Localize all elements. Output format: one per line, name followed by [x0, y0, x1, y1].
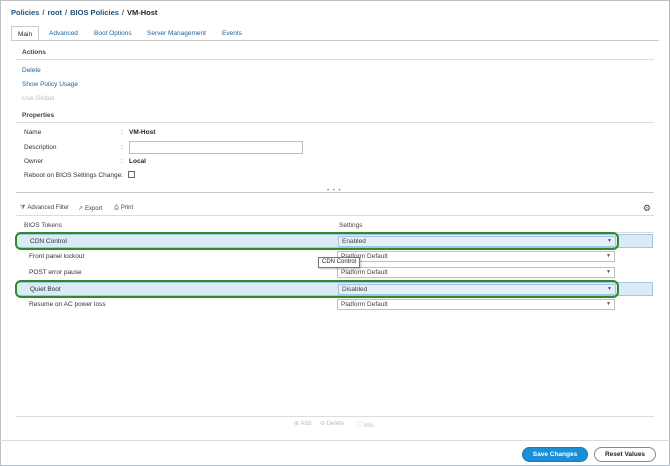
use-global-link: Use Global [22, 95, 55, 102]
column-header-bios-tokens: BIOS Tokens [24, 222, 62, 229]
tab-main[interactable]: Main [11, 26, 40, 41]
front-panel-lockout-select[interactable]: Platform Default ▼ [337, 251, 615, 262]
highlight-outline-cdn-control [15, 232, 619, 250]
name-value: VM-Host [129, 129, 156, 136]
gear-icon[interactable]: ⚙ [643, 203, 651, 214]
token-resume-on-ac-power-loss: Resume on AC power loss [29, 301, 106, 308]
export-label: Export [85, 206, 103, 212]
column-header-settings: Settings [339, 222, 363, 229]
post-error-pause-value: Platform Default [341, 269, 388, 276]
print-label: Print [120, 205, 134, 211]
reboot-checkbox[interactable] [128, 171, 135, 178]
tooltip: CDN Control [318, 257, 361, 268]
tab-boot-options[interactable]: Boot Options [88, 26, 138, 41]
post-error-pause-select[interactable]: Platform Default ▼ [337, 267, 615, 278]
reboot-label: Reboot on BIOS Settings Change [24, 172, 122, 179]
chevron-down-icon: ▼ [606, 269, 611, 275]
breadcrumb-separator: / [121, 8, 125, 17]
reboot-colon: : [121, 172, 123, 179]
owner-label: Owner [24, 158, 44, 165]
advanced-filter-button[interactable]: ⧩ Advanced Filter [20, 205, 69, 212]
tab-divider [11, 40, 659, 41]
advanced-filter-label: Advanced Filter [27, 205, 70, 211]
breadcrumb-bios-policies[interactable]: BIOS Policies [70, 8, 119, 17]
description-colon: : [121, 144, 123, 151]
info-icon: ⓘ [356, 423, 364, 429]
list-bottom-divider [16, 416, 654, 417]
actions-heading: Actions [16, 47, 654, 60]
tab-server-management[interactable]: Server Management [141, 26, 212, 41]
owner-colon: : [121, 158, 123, 165]
name-label: Name [24, 129, 42, 136]
table-row-post-error-pause[interactable]: POST error pause Platform Default ▼ [16, 266, 653, 280]
highlight-outline-quiet-boot [15, 280, 619, 298]
resume-on-ac-power-loss-value: Platform Default [341, 301, 388, 308]
splitter-grip-icon[interactable]: • • • [327, 188, 342, 194]
show-policy-usage-link[interactable]: Show Policy Usage [22, 81, 78, 88]
print-button[interactable]: ⎙ Print [114, 205, 133, 212]
reset-values-button[interactable]: Reset Values [594, 447, 656, 462]
export-button[interactable]: ↗ Export [78, 205, 102, 212]
delete-row-label: Delete [326, 421, 345, 427]
resume-on-ac-power-loss-select[interactable]: Platform Default ▼ [337, 299, 615, 310]
breadcrumb-separator: / [42, 8, 45, 17]
add-button: ⊕ Add [294, 420, 311, 427]
properties-heading: Properties [16, 110, 654, 123]
breadcrumb-policies[interactable]: Policies [11, 8, 39, 17]
filter-icon: ⧩ [20, 205, 26, 211]
table-row-resume-on-ac-power-loss[interactable]: Resume on AC power loss Platform Default… [16, 298, 653, 312]
delete-link[interactable]: Delete [22, 67, 41, 74]
breadcrumb-root[interactable]: root [47, 8, 62, 17]
token-front-panel-lockout: Front panel lockout [29, 253, 85, 260]
token-post-error-pause: POST error pause [29, 269, 82, 276]
footer-divider [0, 440, 670, 441]
info-label: Info [363, 423, 374, 429]
chevron-down-icon: ▼ [606, 301, 611, 307]
delete-icon: ⊖ [320, 421, 327, 427]
chevron-down-icon: ▼ [606, 253, 611, 259]
breadcrumb-separator: / [65, 8, 68, 17]
add-label: Add [300, 421, 312, 427]
table-toolbar: ⧩ Advanced Filter ↗ Export ⎙ Print ⚙ [16, 203, 654, 216]
delete-row-button: ⊖ Delete [320, 420, 344, 427]
save-changes-button[interactable]: Save Changes [522, 447, 588, 462]
print-icon: ⎙ [114, 205, 119, 211]
breadcrumb-current: VM-Host [127, 8, 158, 17]
tab-events[interactable]: Events [216, 26, 248, 41]
tab-advanced[interactable]: Advanced [43, 26, 84, 41]
description-input[interactable] [129, 141, 303, 154]
export-icon: ↗ [78, 206, 84, 212]
breadcrumb: Policies / root / BIOS Policies / VM-Host [11, 8, 157, 17]
name-colon: : [121, 129, 123, 136]
info-button: ⓘ Info [356, 420, 374, 429]
owner-value: Local [129, 158, 146, 165]
description-label: Description [24, 144, 57, 151]
